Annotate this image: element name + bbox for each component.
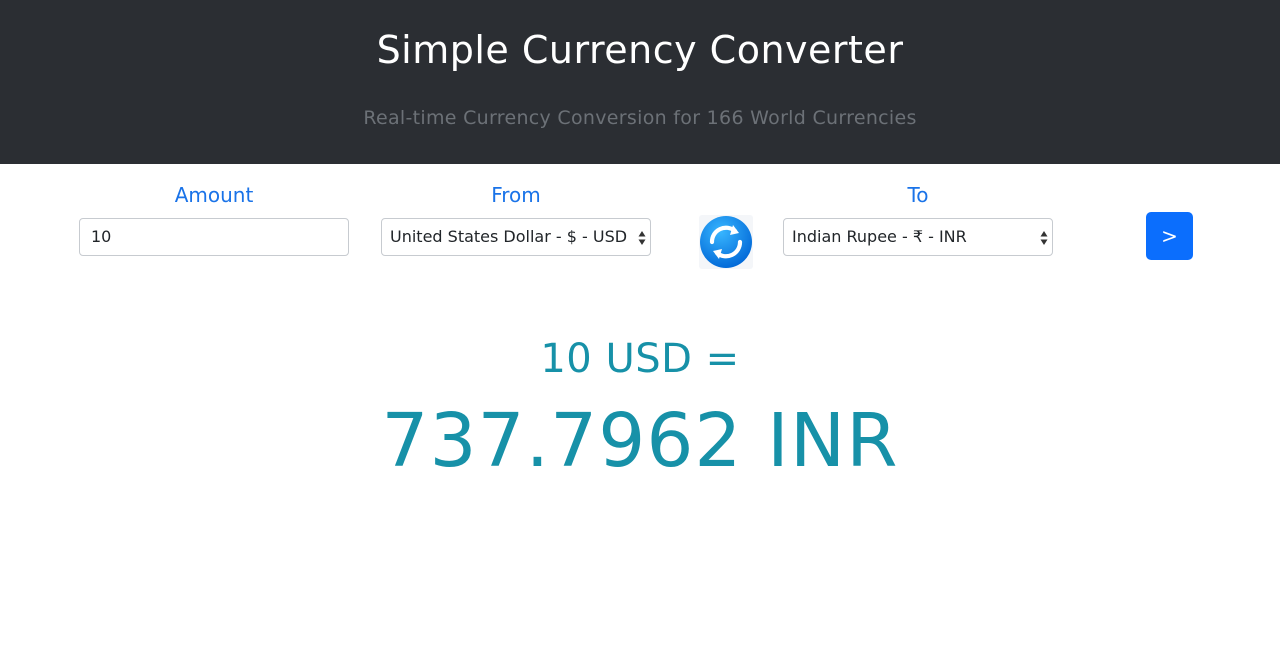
refresh-icon [700, 216, 752, 268]
page-header: Simple Currency Converter Real-time Curr… [0, 0, 1280, 164]
swap-currencies-button[interactable] [699, 215, 753, 269]
page-subtitle: Real-time Currency Conversion for 166 Wo… [363, 107, 917, 129]
select-arrows-icon [1040, 231, 1048, 245]
result-source-amount: 10 USD = [540, 336, 740, 382]
result-converted-amount: 737.7962 INR [381, 398, 899, 484]
convert-button[interactable]: > [1146, 212, 1193, 260]
from-label: From [491, 183, 541, 207]
select-arrows-icon [638, 231, 646, 245]
amount-label: Amount [174, 183, 254, 207]
from-currency-value: United States Dollar - $ - USD [390, 227, 628, 246]
to-label: To [907, 183, 929, 207]
page-title: Simple Currency Converter [376, 28, 904, 72]
to-currency-value: Indian Rupee - ₹ - INR [792, 227, 967, 246]
amount-input[interactable]: 10 [79, 218, 349, 256]
to-currency-select[interactable]: Indian Rupee - ₹ - INR [783, 218, 1053, 256]
from-currency-select[interactable]: United States Dollar - $ - USD [381, 218, 651, 256]
